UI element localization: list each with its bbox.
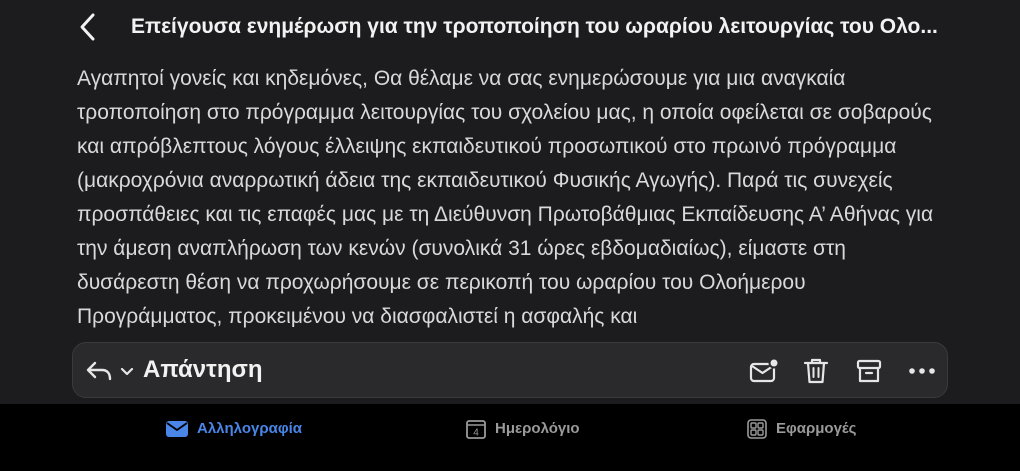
mail-icon — [166, 421, 188, 437]
tab-apps[interactable]: Εφαρμογές — [746, 414, 857, 444]
reply-button[interactable] — [85, 353, 137, 389]
reply-icon — [86, 361, 112, 381]
archive-button[interactable] — [852, 354, 886, 388]
mark-unread-button[interactable] — [747, 354, 781, 388]
more-button[interactable] — [905, 354, 939, 388]
message-body: Αγαπητοί γονείς και κηδεμόνες, Θα θέλαμε… — [77, 67, 934, 328]
chevron-down-icon[interactable] — [117, 359, 137, 383]
trash-icon — [803, 358, 829, 384]
calendar-icon: 4 — [466, 420, 486, 439]
calendar-day: 4 — [473, 428, 479, 439]
message-header: Επείγουσα ενημέρωση για την τροποποίηση … — [0, 0, 1020, 54]
reply-label[interactable]: Απάντηση — [143, 355, 263, 385]
bottom-tab-bar: Αλληλογραφία 4 Ημερολόγιο Εφαρμογές — [0, 404, 1020, 471]
tab-calendar-label: Ημερολόγιο — [495, 420, 580, 437]
archive-icon — [856, 359, 882, 383]
message-subject: Επείγουσα ενημέρωση για την τροποποίηση … — [131, 15, 938, 38]
tab-calendar[interactable]: 4 Ημερολόγιο — [465, 414, 580, 444]
apps-grid-icon — [747, 419, 767, 439]
mark-unread-icon — [749, 357, 780, 383]
chevron-left-icon — [80, 13, 95, 41]
back-button[interactable] — [74, 10, 102, 44]
tab-mail[interactable]: Αλληλογραφία — [165, 414, 302, 444]
delete-button[interactable] — [799, 354, 833, 388]
reply-toolbar: Απάντηση — [72, 342, 948, 398]
more-icon — [909, 368, 935, 374]
tab-mail-label: Αλληλογραφία — [197, 420, 302, 437]
tab-apps-label: Εφαρμογές — [776, 420, 857, 437]
